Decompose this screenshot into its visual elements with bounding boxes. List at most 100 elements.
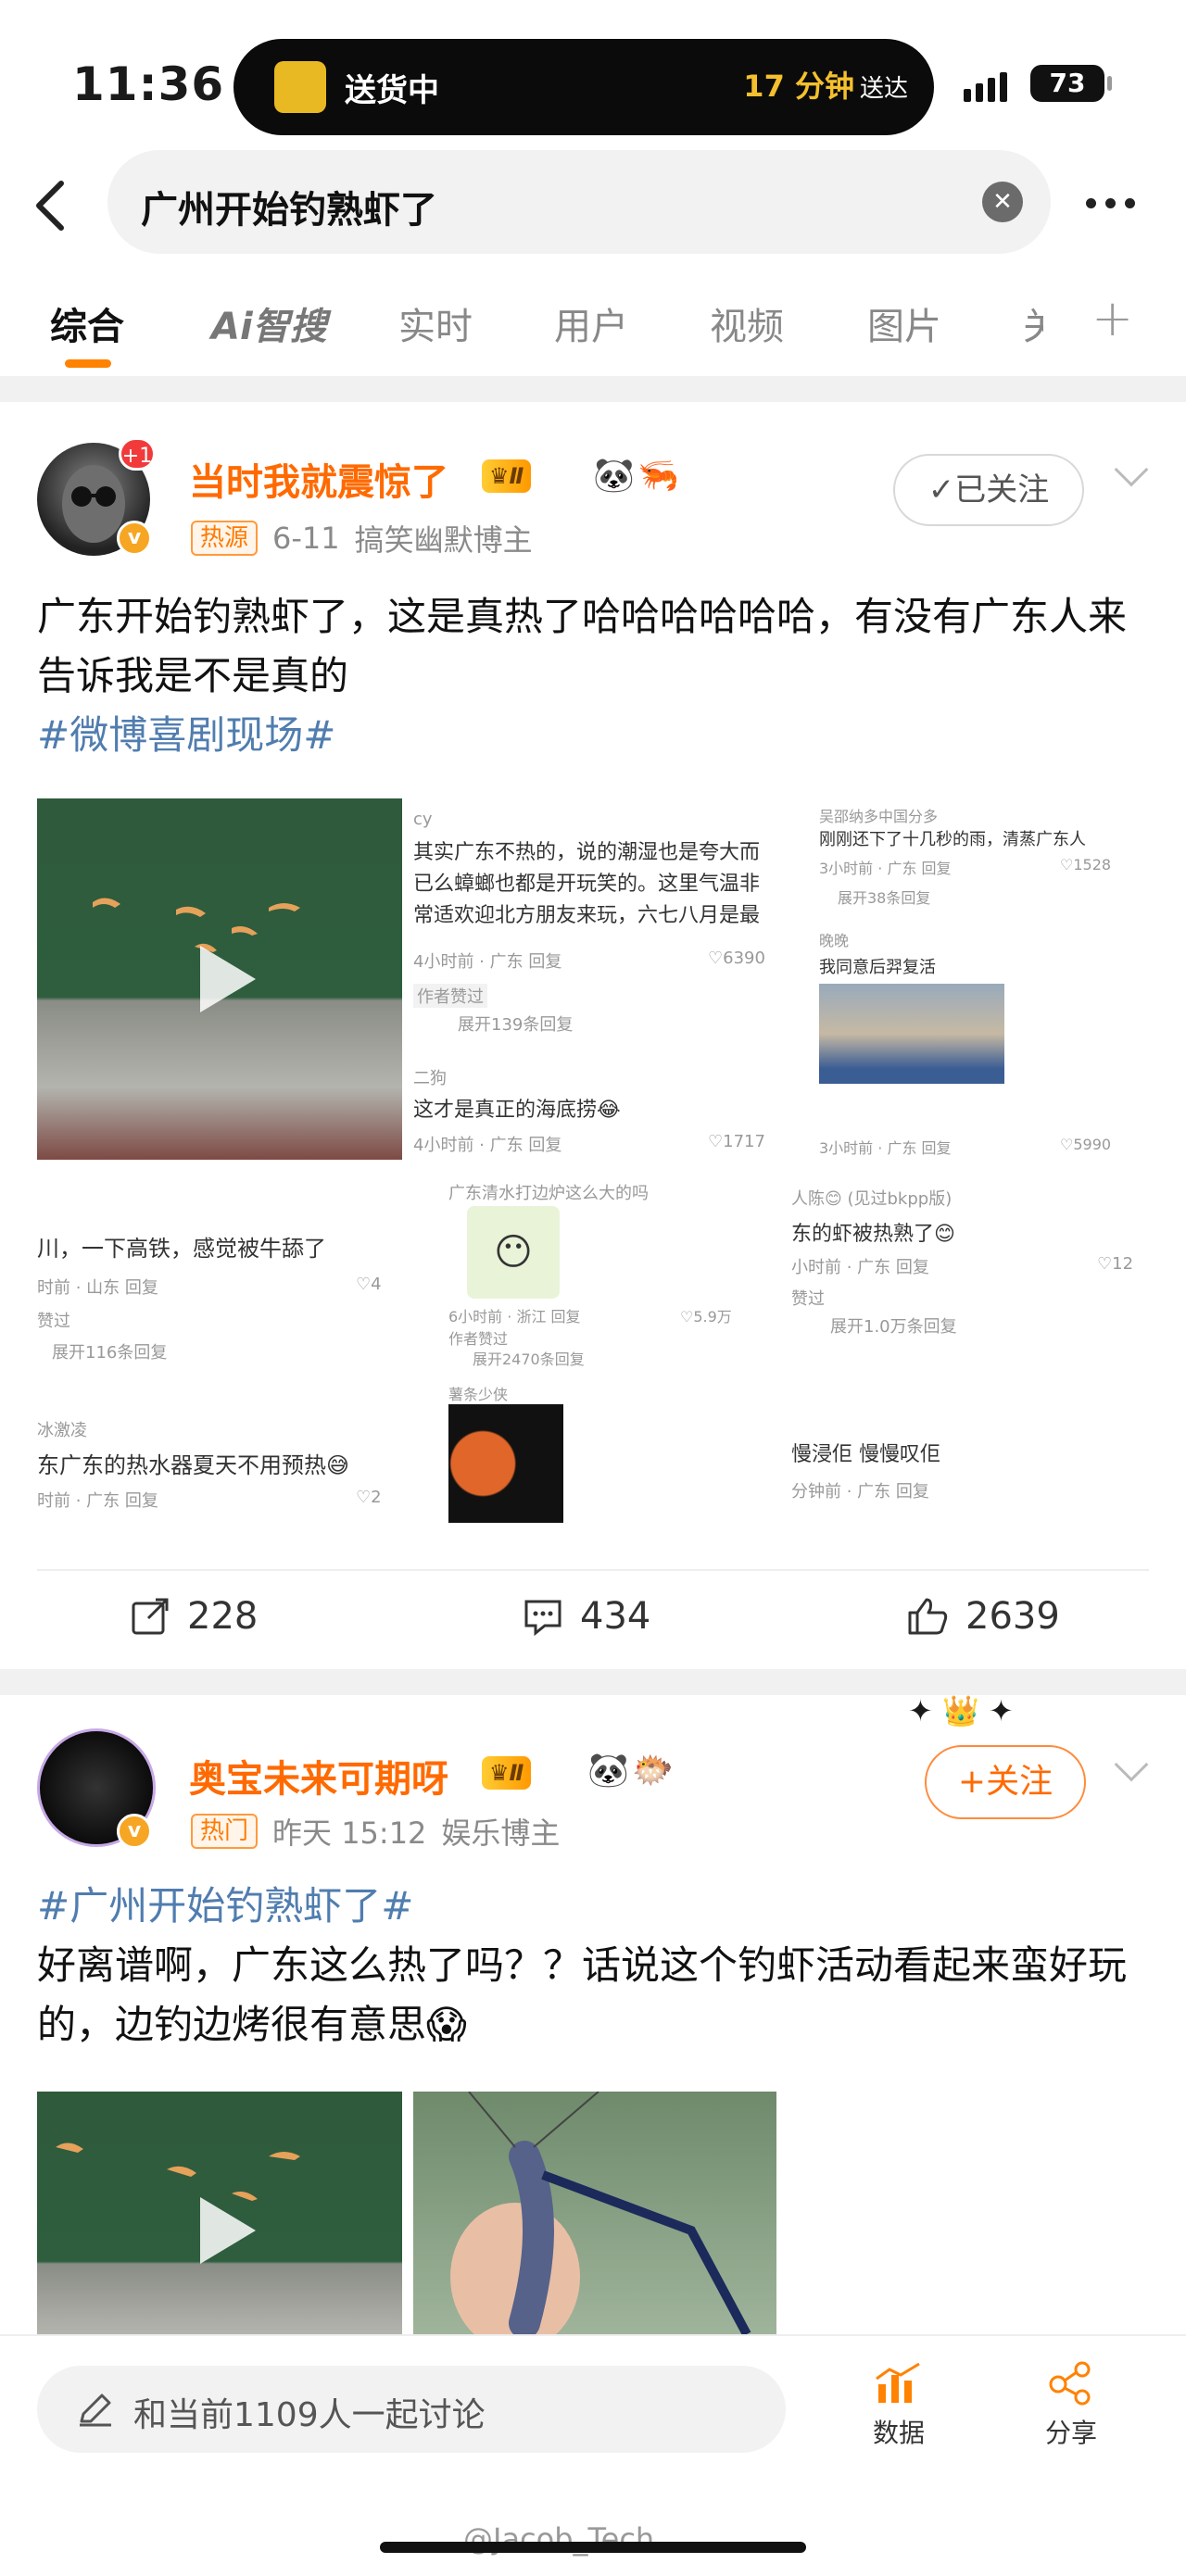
- comment-screenshot-left[interactable]: 川，一下高铁，感觉被牛舔了 时前 · 山东 回复 ♡4 赞过 展开116条回复 …: [37, 1160, 402, 1539]
- comment-likes: ♡1528: [1060, 856, 1112, 873]
- hot-tag: 热门: [191, 1814, 259, 1849]
- topic-link[interactable]: #微博喜剧现场#: [37, 712, 335, 758]
- post-text: 广东开始钓熟虾了，这是真热了哈哈哈哈哈哈，有没有广东人来告诉我是不是真的 #微博…: [37, 594, 1128, 758]
- verified-badge-icon: v: [117, 521, 152, 556]
- comment-meta: 3小时前 · 广东 回复: [819, 1139, 952, 1157]
- shrimp-icon: 🦐: [637, 457, 679, 495]
- user-level-badge: ♛Ⅱ: [482, 1756, 532, 1790]
- author-liked-badge: 作者赞过: [448, 1330, 509, 1348]
- followed-button[interactable]: ✓已关注: [893, 454, 1084, 526]
- like-count: 2639: [965, 1595, 1060, 1638]
- author-liked-badge: 赞过: [791, 1289, 825, 1309]
- back-arrow-icon[interactable]: [28, 178, 74, 233]
- user-category: 搞笑幽默博主: [354, 522, 533, 558]
- search-input[interactable]: 广州开始钓熟虾了: [141, 180, 437, 233]
- panda-icon: 🐼: [587, 1752, 629, 1790]
- delivery-rider-icon: [274, 61, 326, 113]
- comment-user: 二狗: [413, 1069, 447, 1088]
- tab-ai-search[interactable]: Ai智搜: [211, 296, 327, 350]
- clear-search-icon[interactable]: ✕: [982, 182, 1023, 222]
- comment-user: 晚晚: [819, 932, 850, 949]
- expand-replies: 展开38条回复: [838, 889, 931, 907]
- post-username[interactable]: 奥宝未来可期呀: [189, 1749, 448, 1803]
- like-button[interactable]: 2639: [906, 1595, 1060, 1638]
- comment-text: 刚刚还下了十几秒的雨，清蒸广东人: [819, 830, 1086, 849]
- topic-link[interactable]: #广州开始钓熟虾了#: [37, 1883, 413, 1929]
- divider: [37, 1569, 1149, 1571]
- discussion-input-placeholder: 和当前1109人一起讨论: [133, 2396, 486, 2434]
- comment-icon: [524, 1600, 561, 1637]
- post-meta: 热门 昨天 15:12 娱乐博主: [191, 1810, 560, 1853]
- repost-count: 228: [187, 1595, 259, 1638]
- thumbs-up-icon: [908, 1598, 948, 1635]
- comment-meta: 6小时前 · 浙江 回复: [448, 1308, 581, 1326]
- comment-button[interactable]: 434: [523, 1595, 650, 1638]
- shrimp-photo[interactable]: [413, 2092, 776, 2334]
- comment-screenshot-collage[interactable]: cy 其实广东不热的，说的潮湿也是夸大而已么蟑螂也都是开玩笑的。这里气温非常适欢…: [402, 798, 782, 1539]
- play-icon[interactable]: [195, 2193, 259, 2268]
- play-icon[interactable]: [195, 942, 259, 1016]
- share-button[interactable]: 分享: [1034, 2360, 1108, 2450]
- user-category: 娱乐博主: [441, 1816, 561, 1851]
- divider: [0, 1669, 1186, 1695]
- home-indicator[interactable]: [380, 2542, 806, 2553]
- comment-meta: 小时前 · 广东 回复: [791, 1258, 929, 1277]
- comment-text: 其实广东不热的，说的潮湿也是夸大而已么蟑螂也都是开玩笑的。这里气温非常适欢迎北方…: [413, 841, 761, 927]
- repost-button[interactable]: 228: [130, 1595, 258, 1638]
- tab-videos[interactable]: 视频: [710, 296, 784, 350]
- share-icon: [1049, 2361, 1091, 2406]
- author-liked-badge: 作者赞过: [413, 984, 487, 1008]
- comment-text: 东的虾被热熟了😊: [791, 1223, 955, 1246]
- comment-likes: ♡5990: [1060, 1136, 1112, 1153]
- signal-icon: [964, 72, 1007, 102]
- chevron-down-icon[interactable]: [1114, 1747, 1149, 1782]
- battery-icon: 73: [1030, 65, 1112, 102]
- expand-replies: 展开2470条回复: [473, 1351, 585, 1368]
- data-button[interactable]: 数据: [862, 2360, 936, 2450]
- comment-screenshot-right[interactable]: 吴邵纳多中国分多 刚刚还下了十几秒的雨，清蒸广东人 3小时前 · 广东 回复 ♡…: [782, 798, 1149, 1539]
- active-tab-indicator: [65, 359, 111, 368]
- comment-text: 东广东的热水器夏天不用预热😅: [37, 1452, 350, 1478]
- comment-likes: ♡4: [356, 1275, 382, 1294]
- search-bar[interactable]: 广州开始钓熟虾了 ✕: [107, 150, 1051, 254]
- follow-button[interactable]: +关注: [925, 1745, 1086, 1819]
- sun-image: [448, 1404, 563, 1523]
- tab-more-partial[interactable]: 关: [1023, 296, 1043, 350]
- comment-text: 我同意后羿复活: [819, 958, 936, 977]
- comment-text: 川，一下高铁，感觉被牛舔了: [37, 1236, 326, 1262]
- post-meta: 热源 6-11 搞笑幽默博主: [191, 517, 533, 559]
- comment-meta: 3小时前 · 广东 回复: [819, 860, 952, 877]
- delivery-eta: 17 分钟 送达: [743, 69, 908, 104]
- add-tab-icon[interactable]: +: [1091, 289, 1133, 347]
- comment-text: 广东清水打边炉这么大的吗: [448, 1184, 649, 1203]
- divider: [0, 376, 1186, 402]
- comment-meta: 时前 · 广东 回复: [37, 1491, 158, 1511]
- user-level-badge: ♛Ⅱ: [482, 459, 532, 493]
- comment-likes: ♡6390: [708, 949, 765, 968]
- tab-comprehensive[interactable]: 综合: [50, 296, 124, 350]
- comment-meta: 分钟前 · 广东 回复: [791, 1482, 929, 1502]
- post-username[interactable]: 当时我就震惊了: [189, 452, 448, 506]
- tab-users[interactable]: 用户: [554, 296, 628, 350]
- video-thumbnail[interactable]: [37, 798, 402, 1160]
- search-tabs: 综合 Ai智搜 实时 用户 视频 图片 关: [0, 287, 1186, 380]
- verified-badge-icon: v: [117, 1814, 152, 1849]
- tab-realtime[interactable]: 实时: [398, 296, 473, 350]
- post-date: 昨天 15:12: [272, 1816, 427, 1851]
- comment-likes: ♡12: [1097, 1254, 1134, 1274]
- comment-likes: ♡5.9万: [680, 1308, 732, 1326]
- share-label: 分享: [1044, 2418, 1097, 2448]
- post-text: #广州开始钓熟虾了# 好离谱啊，广东这么热了吗？？话说这个钓虾活动看起来蛮好玩的…: [37, 1883, 1128, 2047]
- comment-meta: 4小时前 · 广东 回复: [413, 952, 562, 972]
- comment-user: 人陈😊 (见过bkpp版): [791, 1189, 953, 1209]
- chevron-down-icon[interactable]: [1114, 452, 1149, 487]
- video-thumbnail[interactable]: [37, 2092, 402, 2334]
- status-time: 11:36: [72, 57, 225, 111]
- fish-icon: 🐡: [632, 1752, 674, 1790]
- panda-icon: 🐼: [593, 457, 635, 495]
- dynamic-island-delivery[interactable]: 送货中 17 分钟 送达: [233, 39, 934, 135]
- discussion-input[interactable]: 和当前1109人一起讨论: [37, 2366, 786, 2453]
- expand-replies: 展开139条回复: [458, 1015, 574, 1035]
- more-options-icon[interactable]: [1086, 198, 1135, 208]
- tab-images[interactable]: 图片: [867, 296, 941, 350]
